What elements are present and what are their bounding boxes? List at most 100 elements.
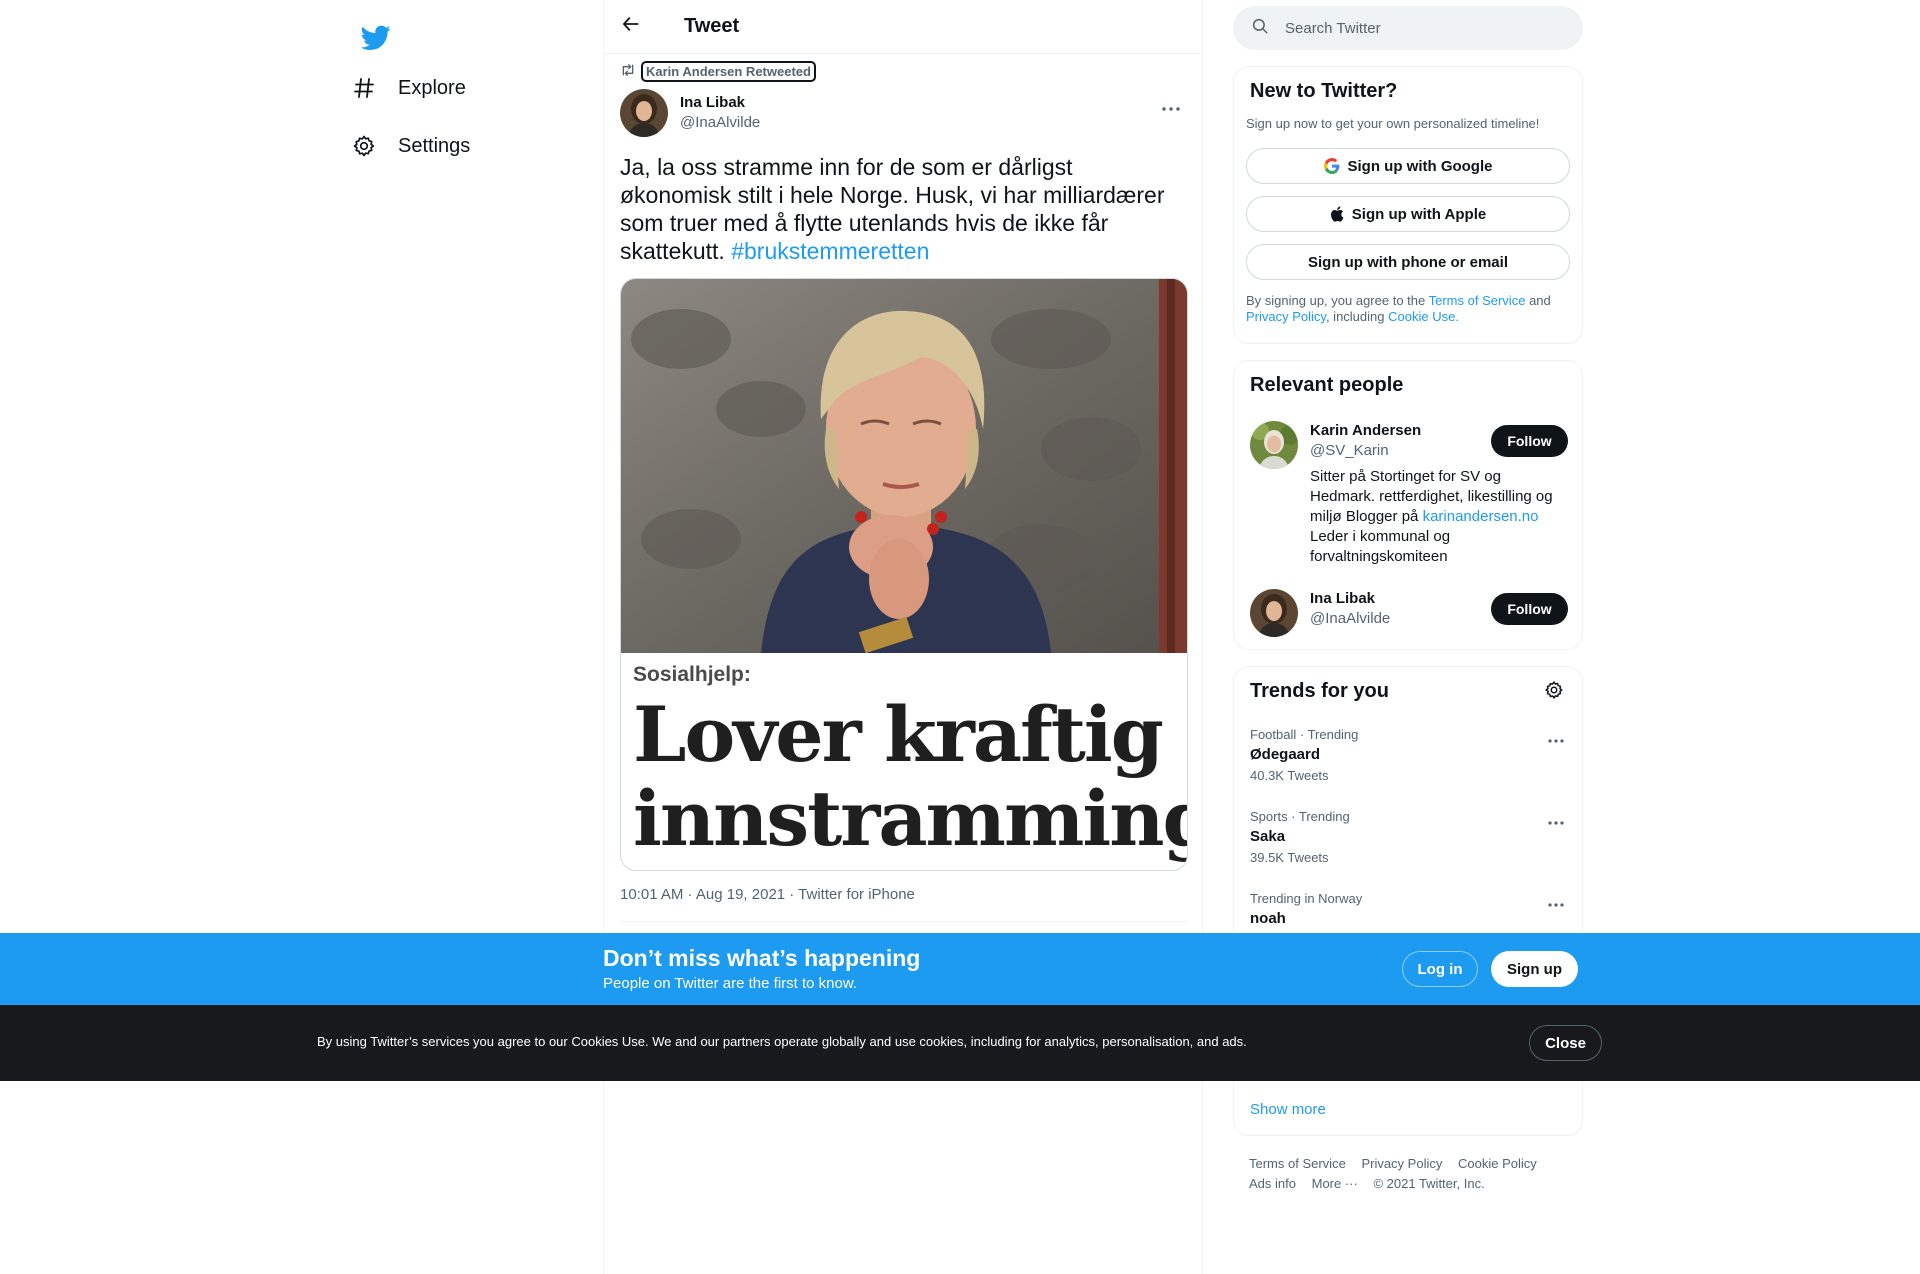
tweet-author[interactable]: Ina Libak @InaAlvilde [620, 89, 760, 137]
sign-up-google-button[interactable]: Sign up with Google [1246, 148, 1570, 184]
author-handle[interactable]: @InaAlvilde [680, 113, 760, 133]
tweet-text: Ja, la oss stramme inn for de som er dår… [620, 153, 1188, 265]
apple-icon [1330, 206, 1344, 222]
person-bio: Sitter på Stortinget for SV og Hedmark. … [1310, 467, 1568, 567]
trend-count: 40.3K Tweets [1250, 768, 1329, 783]
trend-more-button[interactable] [1544, 891, 1568, 915]
tweet-detail-column: Tweet Karin Andersen Retweeted Ina Libak… [603, 0, 1203, 1274]
relevant-people-card: Relevant people Karin Andersen @SV_Karin… [1233, 360, 1583, 650]
trend-category: Football · Trending [1250, 727, 1359, 742]
twitter-logo-icon[interactable] [350, 12, 402, 64]
trend-item[interactable]: Sports · Trending Saka 39.5K Tweets [1250, 809, 1568, 866]
newspaper-clipping: Sosialhjelp: Lover kraftig innstramming [621, 653, 1188, 870]
show-more-link[interactable]: Show more [1250, 1101, 1326, 1118]
sign-up-apple-label: Sign up with Apple [1351, 205, 1487, 223]
legal-text: By signing up, you agree to the [1246, 293, 1426, 308]
banner-subtitle: People on Twitter are the first to know. [603, 975, 858, 992]
signup-legal-text: By signing up, you agree to the Terms of… [1246, 293, 1566, 325]
cookie-close-button[interactable]: Close [1529, 1025, 1602, 1061]
trend-category: Sports · Trending [1250, 809, 1350, 824]
nav-label-explore: Explore [398, 76, 466, 99]
person-name[interactable]: Ina Libak [1310, 589, 1375, 609]
trend-count: 39.5K Tweets [1250, 850, 1329, 865]
nav-item-settings[interactable]: Settings [350, 122, 470, 170]
tweet-media[interactable]: Sosialhjelp: Lover kraftig innstramming [620, 278, 1188, 871]
signup-banner: Don’t miss what’s happening People on Tw… [0, 933, 1920, 1005]
cookie-consent-bar: By using Twitter’s services you agree to… [0, 1005, 1920, 1081]
footer-cookie-link[interactable]: Cookie Policy [1458, 1156, 1537, 1171]
google-icon [1323, 158, 1340, 174]
card-title: New to Twitter? [1250, 80, 1398, 102]
new-to-twitter-card: New to Twitter? Sign up now to get your … [1233, 66, 1583, 344]
sign-up-phone-email-button[interactable]: Sign up with phone or email [1246, 244, 1570, 280]
tweet-timestamp[interactable]: 10:01 AM · Aug 19, 2021 · Twitter for iP… [620, 886, 915, 903]
bio-link[interactable]: karinandersen.no [1423, 508, 1539, 525]
sign-up-phone-label: Sign up with phone or email [1307, 253, 1508, 271]
trend-name: Ødegaard [1250, 746, 1321, 763]
tweet-header: Tweet [604, 0, 1202, 54]
more-horizontal-icon [1548, 812, 1564, 830]
footer-more-link[interactable]: More ··· [1312, 1176, 1358, 1191]
nav-item-explore[interactable]: Explore [350, 64, 466, 112]
hashtag-link[interactable]: #brukstemmeretten [731, 238, 929, 264]
search-bar[interactable] [1233, 6, 1583, 50]
tweet-photo [621, 279, 1187, 654]
search-input[interactable] [1285, 19, 1565, 37]
retweet-icon [620, 63, 636, 80]
sign-up-google-label: Sign up with Google [1347, 157, 1493, 175]
trends-settings-button[interactable] [1542, 680, 1566, 704]
clipping-headline-line-1: Lover kraftig [633, 690, 1164, 779]
privacy-policy-link[interactable]: Privacy Policy [1246, 309, 1326, 324]
banner-title: Don’t miss what’s happening [603, 945, 921, 971]
retweeted-by-link[interactable]: Karin Andersen Retweeted [641, 61, 816, 82]
cookie-text: By using Twitter’s services you agree to… [317, 1034, 1247, 1049]
terms-of-service-link[interactable]: Terms of Service [1429, 293, 1526, 308]
avatar[interactable] [1250, 421, 1298, 469]
more-horizontal-icon [1548, 894, 1564, 912]
divider [620, 921, 1188, 922]
footer-links: Terms of Service Privacy Policy Cookie P… [1249, 1154, 1579, 1194]
legal-text-including: , including [1325, 309, 1385, 324]
clipping-kicker: Sosialhjelp: [633, 663, 751, 686]
gear-icon [350, 132, 378, 160]
tweet-more-button[interactable] [1156, 92, 1186, 122]
card-subtitle: Sign up now to get your own personalized… [1246, 116, 1540, 131]
login-button[interactable]: Log in [1402, 951, 1478, 987]
avatar[interactable] [620, 89, 668, 137]
trend-item[interactable]: Football · Trending Ødegaard 40.3K Tweet… [1250, 727, 1568, 784]
trend-more-button[interactable] [1544, 727, 1568, 751]
search-icon [1251, 17, 1269, 40]
trend-name: Saka [1250, 828, 1286, 845]
bio-text-2: Leder i kommunal og forvaltningskomiteen [1310, 528, 1451, 565]
avatar[interactable] [1250, 589, 1298, 637]
author-name[interactable]: Ina Libak [680, 93, 760, 113]
card-title: Trends for you [1250, 680, 1389, 702]
arrow-left-icon [621, 14, 641, 39]
footer-ads-info-link[interactable]: Ads info [1249, 1176, 1296, 1191]
trend-item[interactable]: Trending in Norway noah [1250, 891, 1568, 929]
follow-button[interactable]: Follow [1491, 425, 1568, 457]
hashtag-icon [350, 74, 378, 102]
back-button[interactable] [614, 10, 648, 44]
trend-name: noah [1250, 910, 1286, 927]
trend-category: Trending in Norway [1250, 891, 1363, 906]
legal-text-and: and [1529, 293, 1551, 308]
more-horizontal-icon [1162, 98, 1180, 116]
footer-terms-link[interactable]: Terms of Service [1249, 1156, 1346, 1171]
trend-more-button[interactable] [1544, 809, 1568, 833]
person-name[interactable]: Karin Andersen [1310, 421, 1421, 441]
person-handle[interactable]: @InaAlvilde [1310, 609, 1390, 629]
page-title: Tweet [684, 15, 740, 37]
cookie-use-link[interactable]: Cookie Use. [1388, 309, 1459, 324]
gear-icon [1544, 680, 1564, 705]
sign-up-apple-button[interactable]: Sign up with Apple [1246, 196, 1570, 232]
footer-copyright: © 2021 Twitter, Inc. [1373, 1176, 1485, 1191]
footer-privacy-link[interactable]: Privacy Policy [1361, 1156, 1442, 1171]
signup-button[interactable]: Sign up [1491, 951, 1578, 987]
nav-label-settings: Settings [398, 134, 471, 157]
left-navigation: Explore Settings [340, 0, 603, 1274]
follow-button[interactable]: Follow [1491, 593, 1568, 625]
clipping-headline: Lover kraftig innstramming [633, 690, 1188, 863]
person-handle[interactable]: @SV_Karin [1310, 441, 1389, 461]
clipping-headline-line-2: innstramming [633, 774, 1188, 863]
